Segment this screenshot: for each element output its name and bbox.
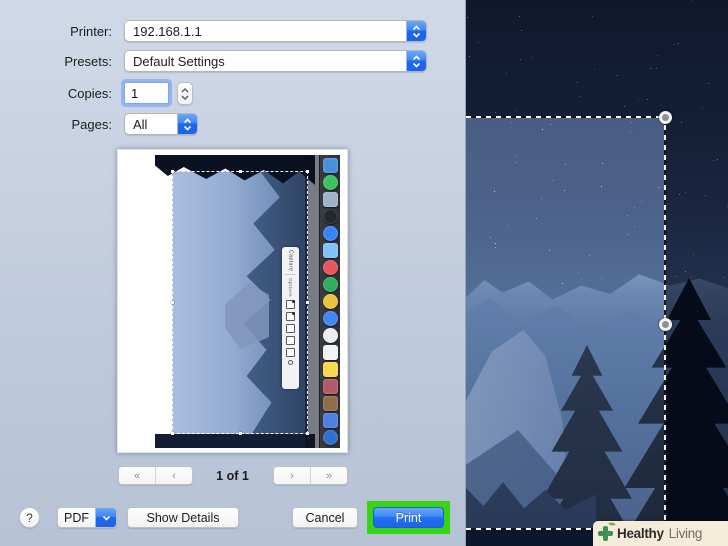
browser-dock-icon: [322, 311, 338, 326]
chevron-up-down-icon: [406, 21, 426, 41]
notes-dock-icon: [322, 362, 338, 377]
package-dock-icon: [322, 379, 338, 394]
leaf-icon: [608, 521, 616, 527]
photos-dock-icon: [322, 328, 338, 343]
preview-handle: [306, 432, 309, 435]
help-button[interactable]: ?: [19, 507, 40, 528]
app-blue-dock-icon: [322, 413, 338, 428]
previous-page-button[interactable]: ‹: [156, 467, 192, 484]
stepper-up-icon: [181, 87, 189, 92]
first-page-button[interactable]: «: [119, 467, 156, 484]
maps-dock-icon: [322, 243, 338, 258]
pages-label: Pages:: [71, 117, 112, 132]
chrome-dock-icon: [322, 294, 338, 309]
pages-select-value: All: [133, 116, 148, 132]
copies-label: Copies:: [67, 86, 112, 101]
mail-dock-icon: [322, 192, 338, 207]
print-dialog: Printer: 192.168.1.1 Presets: Default Se…: [0, 0, 466, 546]
preview-handle: [171, 170, 174, 173]
stepper-down-icon: [181, 95, 189, 100]
dim-overlay-top: [466, 0, 728, 117]
preview-handle: [171, 432, 174, 435]
watermark-light-text: Living: [668, 526, 703, 541]
print-button-highlight: Print: [367, 501, 450, 534]
options-label: Options: [288, 278, 293, 298]
selection-handle-mid-right[interactable]: [659, 318, 672, 331]
music-dock-icon: [322, 260, 338, 275]
photo-booth-dock-icon: [322, 209, 338, 224]
print-preview-sheet: Capture Options: [117, 149, 348, 453]
cancel-button[interactable]: Cancel: [292, 507, 358, 528]
preview-handle: [239, 432, 242, 435]
folder-dock-icon: [322, 396, 338, 411]
capture-selection-area[interactable]: [466, 117, 665, 530]
printer-select-value: 192.168.1.1: [133, 23, 202, 39]
capture-selection-icon: [286, 324, 295, 334]
preview-handle: [239, 170, 242, 173]
chevron-up-down-icon: [406, 51, 426, 71]
facetime-dock-icon: [322, 175, 338, 190]
next-page-button[interactable]: ›: [274, 467, 311, 484]
healthy-living-watermark: Healthy Living: [593, 521, 728, 546]
preview-dock: [319, 155, 340, 448]
compass-dock-icon: [322, 430, 338, 445]
record-selection-icon: [286, 348, 295, 358]
show-details-button[interactable]: Show Details: [127, 507, 239, 528]
presets-select[interactable]: Default Settings: [124, 50, 427, 72]
watermark-bold-text: Healthy: [617, 526, 664, 541]
document-dock-icon: [322, 345, 338, 360]
capture-window-icon: [286, 312, 295, 322]
gear-icon: [288, 360, 293, 366]
finder-dock-icon: [322, 158, 338, 173]
selection-handle-top-right[interactable]: [659, 111, 672, 124]
dim-overlay-right: [665, 117, 728, 530]
pdf-label: PDF: [64, 510, 89, 525]
presets-select-value: Default Settings: [133, 53, 225, 69]
print-button[interactable]: Print: [373, 507, 444, 528]
last-page-button[interactable]: »: [311, 467, 347, 484]
desktop-background: Healthy Living: [466, 0, 728, 546]
copies-input[interactable]: [124, 82, 169, 104]
print-preview-image: Capture Options: [127, 155, 340, 448]
preview-handle: [306, 301, 309, 304]
safari-dock-icon: [322, 226, 338, 241]
page-nav-back-group: « ‹: [118, 466, 193, 485]
app-store-dock-icon: [322, 277, 338, 292]
toolbar-divider: [285, 274, 296, 276]
capture-screen-icon: [286, 300, 295, 310]
page-indicator: 1 of 1: [216, 469, 249, 483]
capture-label: Capture: [287, 250, 294, 272]
printer-select[interactable]: 192.168.1.1: [124, 20, 427, 42]
preview-stars: [127, 155, 128, 156]
presets-label: Presets:: [64, 54, 112, 69]
preview-trees-bottom: [155, 434, 315, 448]
copies-stepper[interactable]: [177, 82, 193, 105]
record-screen-icon: [286, 336, 295, 346]
green-cross-icon: [597, 521, 616, 542]
selection-edge-top[interactable]: [466, 116, 666, 118]
chevron-up-down-icon: [177, 114, 197, 134]
preview-handle: [306, 170, 309, 173]
pages-select[interactable]: All: [124, 113, 198, 135]
preview-capture-toolbar: Capture Options: [282, 247, 299, 389]
pdf-menu-button[interactable]: PDF: [57, 507, 117, 528]
printer-label: Printer:: [70, 24, 112, 39]
page-nav-forward-group: › »: [273, 466, 348, 485]
preview-handle: [171, 301, 174, 304]
chevron-down-icon: [95, 508, 116, 527]
